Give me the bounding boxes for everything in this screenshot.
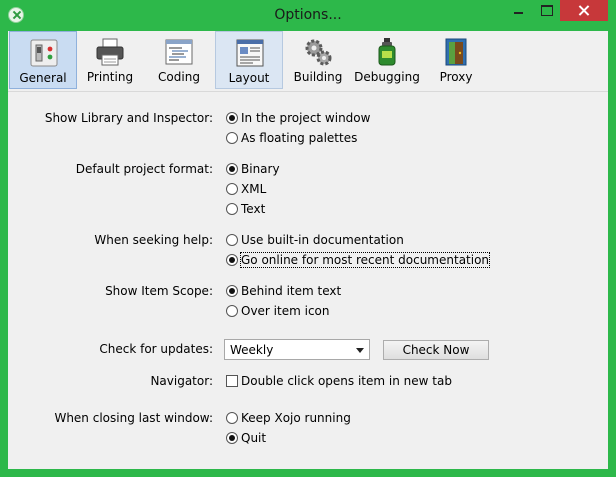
gears-icon: [305, 39, 332, 66]
radio-floating-palettes[interactable]: [226, 132, 238, 144]
update-frequency-value: Weekly: [230, 343, 274, 357]
radio-quit[interactable]: [226, 432, 238, 444]
close-button[interactable]: [560, 0, 608, 21]
tab-proxy[interactable]: Proxy: [422, 31, 490, 89]
radio-built-in-docs[interactable]: [226, 234, 238, 246]
double-click-label[interactable]: Double click opens item in new tab: [241, 374, 452, 388]
closing-window-label: When closing last window:: [54, 411, 213, 425]
item-scope-label: Show Item Scope:: [105, 284, 213, 298]
option-over-icon[interactable]: Over item icon: [241, 304, 329, 318]
option-project-window[interactable]: In the project window: [241, 111, 370, 125]
tab-label: Layout: [228, 71, 270, 85]
radio-xml[interactable]: [226, 183, 238, 195]
code-editor-icon: [165, 39, 193, 65]
radio-text[interactable]: [226, 203, 238, 215]
tab-label: Building: [293, 70, 343, 84]
printer-icon: [96, 38, 124, 66]
option-keep-running[interactable]: Keep Xojo running: [241, 411, 351, 425]
option-text[interactable]: Text: [241, 202, 265, 216]
updates-label: Check for updates:: [99, 342, 213, 356]
radio-keep-running[interactable]: [226, 412, 238, 424]
tab-label: Coding: [158, 70, 200, 84]
tab-printing[interactable]: Printing: [76, 31, 144, 89]
radio-over-icon[interactable]: [226, 305, 238, 317]
tab-label: Debugging: [354, 70, 420, 84]
maximize-button[interactable]: [533, 0, 560, 21]
proxy-door-icon: [445, 38, 467, 66]
tab-label: Proxy: [439, 70, 473, 84]
options-window: Options... General Printing Coding Layou…: [0, 0, 616, 477]
library-inspector-label: Show Library and Inspector:: [44, 111, 213, 125]
title-bar[interactable]: Options...: [0, 0, 616, 31]
minimize-button[interactable]: [505, 0, 532, 21]
radio-behind-text[interactable]: [226, 285, 238, 297]
tab-debugging[interactable]: Debugging: [353, 31, 421, 89]
options-content: General Printing Coding Layout Building …: [8, 31, 608, 469]
check-now-button[interactable]: Check Now: [383, 340, 489, 360]
option-floating-palettes[interactable]: As floating palettes: [241, 131, 357, 145]
general-settings-icon: [30, 39, 58, 67]
option-xml[interactable]: XML: [241, 182, 266, 196]
radio-online-docs[interactable]: [226, 254, 238, 266]
layout-icon: [236, 39, 264, 67]
tab-label: Printing: [86, 70, 134, 84]
option-built-in-docs[interactable]: Use built-in documentation: [241, 233, 404, 247]
tab-label: General: [19, 71, 67, 85]
radio-project-window[interactable]: [226, 112, 238, 124]
double-click-checkbox[interactable]: [226, 375, 238, 387]
chevron-down-icon: [356, 348, 364, 353]
navigator-label: Navigator:: [150, 374, 213, 388]
update-frequency-select[interactable]: Weekly: [224, 339, 370, 360]
seeking-help-label: When seeking help:: [94, 233, 213, 247]
option-binary[interactable]: Binary: [241, 162, 280, 176]
bug-spray-icon: [378, 38, 396, 66]
option-quit[interactable]: Quit: [241, 431, 266, 445]
option-online-docs[interactable]: Go online for most recent documentation: [239, 252, 491, 268]
preferences-toolbar: General Printing Coding Layout Building …: [8, 31, 608, 92]
tab-building[interactable]: Building: [284, 31, 352, 89]
tab-general[interactable]: General: [9, 31, 77, 89]
tab-layout[interactable]: Layout: [215, 31, 283, 89]
tab-coding[interactable]: Coding: [145, 31, 213, 89]
project-format-label: Default project format:: [75, 162, 213, 176]
radio-binary[interactable]: [226, 163, 238, 175]
option-behind-text[interactable]: Behind item text: [241, 284, 341, 298]
